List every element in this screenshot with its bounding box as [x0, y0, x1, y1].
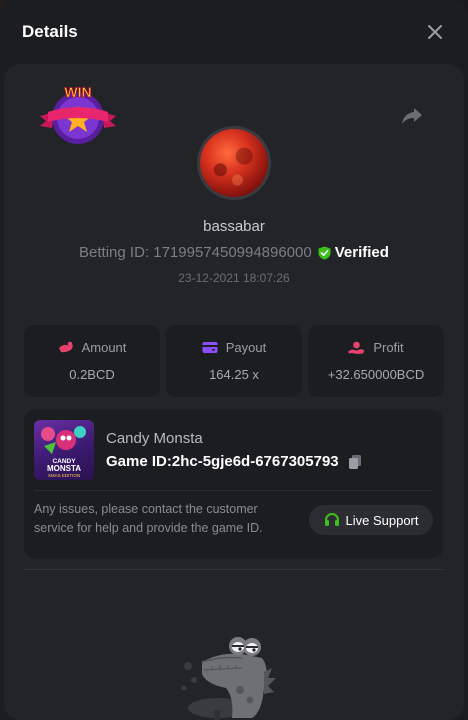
stat-label: Amount: [81, 340, 127, 355]
win-badge-icon: WIN: [40, 86, 116, 144]
modal-title: Details: [22, 22, 78, 41]
close-icon: [428, 25, 442, 39]
stats-row: Amount 0.2BCD Payout 164.25 x Profit +32…: [24, 325, 444, 397]
thumb-subtitle: XMAS EDITION: [48, 473, 80, 478]
stat-label: Payout: [225, 340, 267, 355]
stat-value: 0.2BCD: [69, 367, 115, 382]
live-support-button[interactable]: Live Support: [309, 505, 433, 535]
share-icon[interactable]: [401, 104, 423, 126]
game-info-card: CANDY MONSTA XMAS EDITION Candy Monsta G…: [24, 410, 443, 558]
live-support-label: Live Support: [345, 512, 419, 528]
modal-header: Details: [0, 0, 468, 64]
betting-id: Betting ID: 1719957450994896000: [79, 244, 312, 261]
details-modal: Details WIN bassabar Betting ID: 1719957…: [0, 0, 468, 720]
game-card-divider: [34, 490, 433, 491]
game-id-row: Game ID:2hc-5gje6d-6767305793: [106, 453, 363, 470]
copy-icon[interactable]: [347, 454, 363, 470]
headset-icon: [324, 513, 339, 526]
stat-profit: Profit +32.650000BCD: [308, 325, 444, 397]
verified-badge: Verified: [318, 244, 389, 261]
shield-check-icon: [318, 246, 331, 259]
bet-details-card: WIN bassabar Betting ID: 171995745099489…: [4, 64, 464, 720]
stat-amount: Amount 0.2BCD: [24, 325, 160, 397]
support-notice: Any issues, please contact the customer …: [34, 502, 263, 535]
betting-id-row: Betting ID: 1719957450994896000 Verified: [4, 244, 464, 261]
crocodile-mascot-icon: [181, 637, 276, 720]
username: bassabar: [203, 218, 265, 235]
candy-monsta-art: CANDY MONSTA XMAS EDITION: [41, 426, 86, 478]
close-button[interactable]: [424, 21, 446, 43]
game-name[interactable]: Candy Monsta: [106, 430, 203, 447]
section-divider: [24, 569, 444, 570]
avatar-image: [200, 129, 268, 197]
game-thumbnail[interactable]: CANDY MONSTA XMAS EDITION: [34, 420, 94, 480]
wallet-icon: [202, 342, 218, 353]
bet-timestamp: 23-12-2021 18:07:26: [178, 271, 290, 285]
stat-value: +32.650000BCD: [327, 367, 425, 382]
stat-value: 164.25 x: [209, 367, 259, 382]
coins-icon: [58, 341, 73, 352]
hand-coin-icon: [348, 341, 365, 354]
verified-label: Verified: [334, 244, 389, 261]
avatar: [197, 126, 271, 200]
game-id: Game ID:2hc-5gje6d-6767305793: [106, 453, 339, 470]
stat-payout: Payout 164.25 x: [166, 325, 302, 397]
win-badge-text: WIN: [64, 86, 91, 100]
stat-label: Profit: [373, 340, 404, 355]
thumb-title-line2: MONSTA: [47, 464, 81, 473]
